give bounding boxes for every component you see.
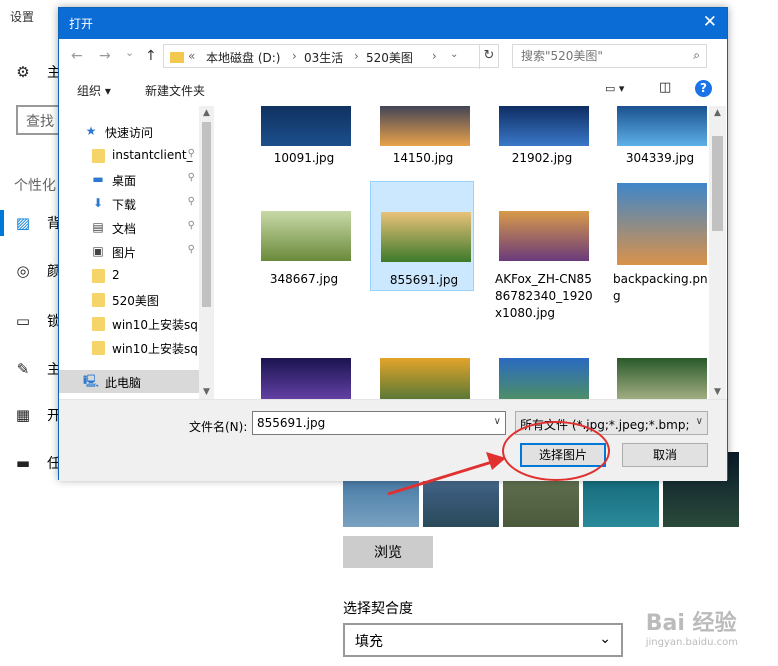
annotation-arrow [387, 452, 506, 496]
